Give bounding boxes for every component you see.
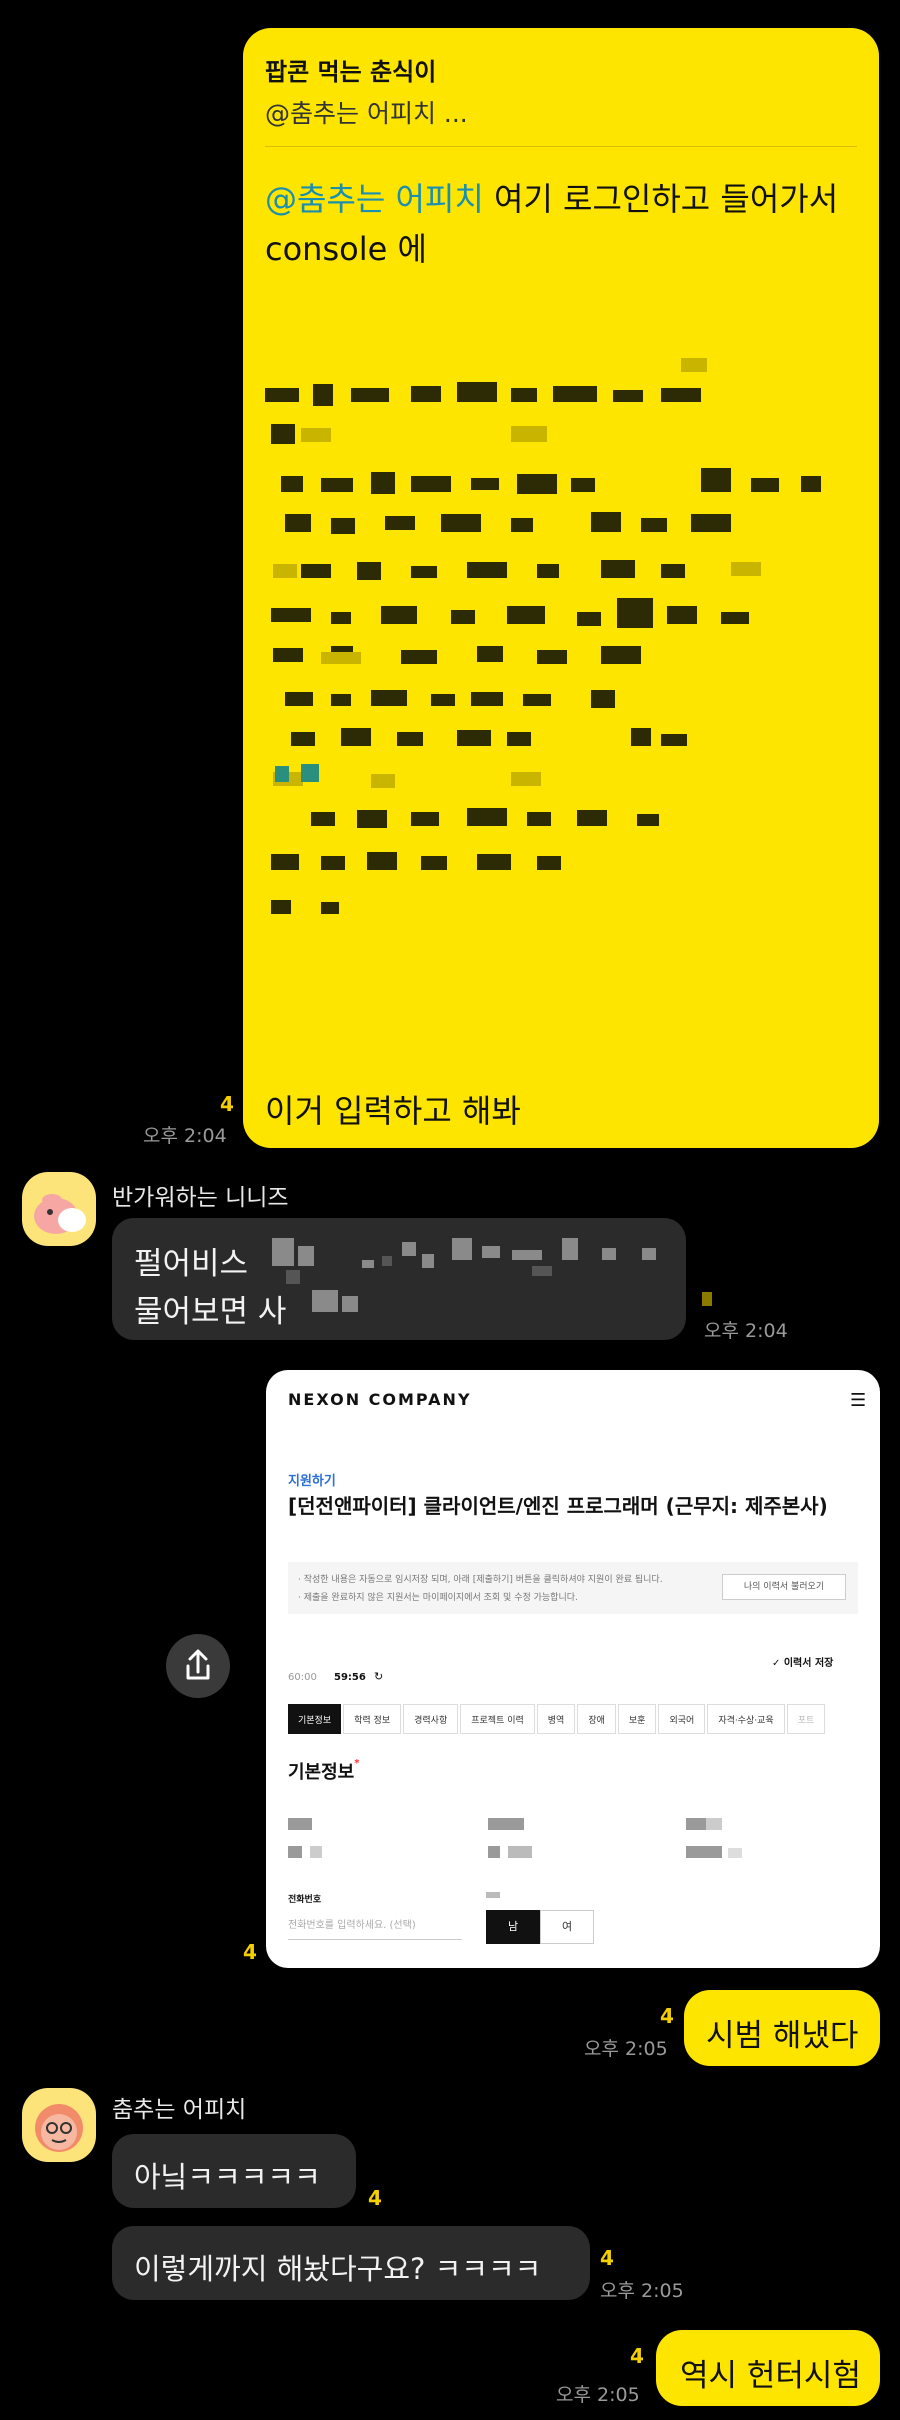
mention-link[interactable]: @춤추는 어피치	[265, 180, 484, 218]
message-line-2: console 에	[265, 230, 427, 268]
message-text: 펄어비스	[134, 1246, 249, 1282]
image-attachment[interactable]: NEXON COMPANY ☰ 지원하기 [던전앤파이터] 클라이언트/엔진 프…	[266, 1370, 880, 1968]
unread-count: 4	[368, 2186, 382, 2210]
reply-divider	[265, 146, 857, 147]
apply-label: 지원하기	[288, 1474, 336, 1489]
avatar[interactable]	[22, 1172, 96, 1246]
timer-total: 60:00	[288, 1672, 317, 1683]
field-mosaic	[288, 1818, 742, 1858]
message-time: 오후 2:04	[704, 1320, 788, 1342]
share-icon	[186, 1649, 210, 1680]
section-title: 기본정보*	[288, 1758, 359, 1784]
message-bubble[interactable]: 시범 해냈다	[684, 1990, 880, 2066]
sender-name: 춤추는 어피치	[112, 2097, 247, 2123]
tab-bar: 기본정보 학력 정보 경력사항 프로젝트 이력 병역 장애 보훈 외국어 자격·…	[288, 1704, 868, 1734]
save-resume-button[interactable]: ✓ 이력서 저장	[772, 1654, 833, 1669]
censor-dot	[702, 1292, 712, 1306]
tab-basic-info[interactable]: 기본정보	[288, 1704, 342, 1734]
message-text: 역시 헌터시험	[680, 2358, 861, 2394]
notice-text-1: · 작성한 내용은 자동으로 임시저장 되며, 아래 [제출하기] 버튼을 클릭…	[298, 1575, 663, 1585]
notice-box: · 작성한 내용은 자동으로 임시저장 되며, 아래 [제출하기] 버튼을 클릭…	[288, 1562, 858, 1614]
message-time: 오후 2:04	[143, 1125, 227, 1147]
message-bubble[interactable]: 역시 헌터시험	[656, 2330, 880, 2406]
message-bubble[interactable]: 아닠ㅋㅋㅋㅋㅋ	[112, 2134, 356, 2208]
unread-count: 4	[600, 2246, 614, 2270]
nexon-logo: NEXON COMPANY	[288, 1390, 472, 1409]
menu-icon: ☰	[850, 1390, 867, 1411]
tab-education[interactable]: 학력 정보	[343, 1704, 402, 1734]
message-bubble[interactable]: 이렇게까지 해놨다구요? ㅋㅋㅋㅋ	[112, 2226, 590, 2300]
censored-fields	[288, 1810, 858, 1890]
phone-label: 전화번호	[288, 1895, 322, 1905]
avatar[interactable]	[22, 2088, 96, 2162]
message-time: 오후 2:05	[556, 2384, 640, 2406]
pixelation-mosaic	[265, 358, 821, 914]
censored-code-block	[261, 328, 861, 1048]
tab-career[interactable]: 경력사항	[403, 1704, 459, 1734]
job-title: [던전앤파이터] 클라이언트/엔진 프로그래머 (근무지: 제주본사)	[288, 1494, 828, 1518]
required-mark: *	[354, 1758, 360, 1769]
unread-count: 4	[220, 1092, 234, 1116]
unread-count: 4	[630, 2344, 644, 2368]
tab-portfolio[interactable]: 포트	[786, 1704, 826, 1734]
notice-text-2: · 제출을 완료하지 않은 지원서는 마이페이지에서 조회 및 수정 가능합니다…	[298, 1593, 578, 1603]
message-text: 시범 해냈다	[706, 2018, 859, 2054]
tab-disability[interactable]: 장애	[577, 1704, 616, 1734]
message-text: 이렇게까지 해놨다구요? ㅋㅋㅋㅋ	[134, 2252, 542, 2286]
message-time: 오후 2:05	[600, 2280, 684, 2302]
message-bubble[interactable]: 펄어비스 물어보면 사	[112, 1218, 686, 1340]
sender-name: 반가워하는 니니즈	[112, 1185, 289, 1211]
share-button[interactable]	[166, 1634, 230, 1698]
apeach-avatar-icon	[35, 2104, 83, 2152]
timer-remaining: 59:56	[334, 1672, 366, 1683]
reply-quote-text: @춤추는 어피치 ...	[265, 99, 468, 128]
niniz-avatar-icon	[34, 1194, 86, 1234]
gender-label	[486, 1892, 500, 1898]
refresh-icon[interactable]: ↻	[374, 1670, 383, 1683]
message-line-1: @춤추는 어피치 여기 로그인하고 들어가서	[265, 174, 838, 220]
reply-message-bubble[interactable]: 팝콘 먹는 춘식이 @춤추는 어피치 ... @춤추는 어피치 여기 로그인하고…	[243, 28, 879, 1148]
tab-language[interactable]: 외국어	[658, 1704, 706, 1734]
unread-count: 4	[660, 2004, 674, 2028]
reply-quote-name: 팝콘 먹는 춘식이	[265, 58, 437, 86]
message-time: 오후 2:05	[584, 2038, 668, 2060]
tab-certs[interactable]: 자격·수상·교육	[707, 1704, 785, 1734]
load-resume-button[interactable]: 나의 이력서 불러오기	[722, 1574, 846, 1600]
message-text: 여기 로그인하고 들어가서	[483, 180, 839, 218]
tab-military[interactable]: 병역	[536, 1704, 576, 1734]
section-title-text: 기본정보	[288, 1762, 355, 1783]
tab-veteran[interactable]: 보훈	[617, 1704, 657, 1734]
phone-input[interactable]: 전화번호를 입력하세요. (선택)	[288, 1916, 462, 1940]
gender-male-button[interactable]: 남	[486, 1910, 540, 1944]
message-footer-text: 이거 입력하고 해봐	[265, 1092, 521, 1130]
tab-projects[interactable]: 프로젝트 이력	[460, 1704, 535, 1734]
message-text: 아닠ㅋㅋㅋㅋㅋ	[134, 2160, 321, 2194]
unread-count: 4	[243, 1940, 257, 1964]
censored-text	[272, 1238, 656, 1312]
gender-female-button[interactable]: 여	[540, 1910, 594, 1944]
